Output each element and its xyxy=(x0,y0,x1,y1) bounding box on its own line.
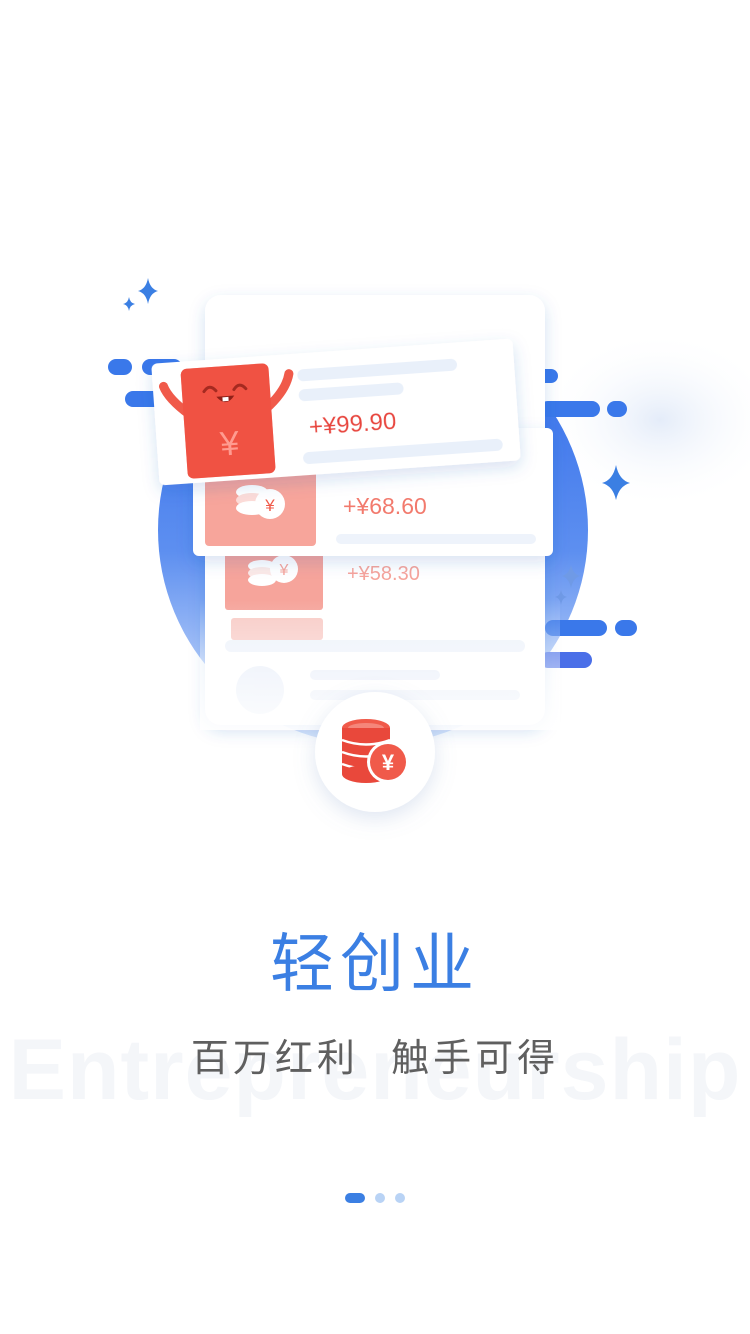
svg-text:¥: ¥ xyxy=(279,562,289,579)
envelope-yen-symbol: ¥ xyxy=(218,424,241,463)
transaction-amount-bottom: +¥58.30 xyxy=(347,563,420,585)
page-dot-1[interactable] xyxy=(345,1193,365,1203)
page-title: 轻创业 xyxy=(270,928,480,1002)
page-dot-3[interactable] xyxy=(395,1193,405,1203)
page-dot-2[interactable] xyxy=(375,1193,385,1203)
page-subtitle: 百万红利 触手可得 xyxy=(190,1036,560,1080)
onboarding-illustration: ¥ +¥58.30 ¥ +¥68.60 +¥99.90 ¥ ¥ xyxy=(108,278,750,812)
transaction-amount-middle: +¥68.60 xyxy=(343,493,427,519)
page-indicator[interactable] xyxy=(0,1193,750,1203)
coin-yen-symbol: ¥ xyxy=(382,750,395,775)
svg-text:¥: ¥ xyxy=(264,496,275,515)
